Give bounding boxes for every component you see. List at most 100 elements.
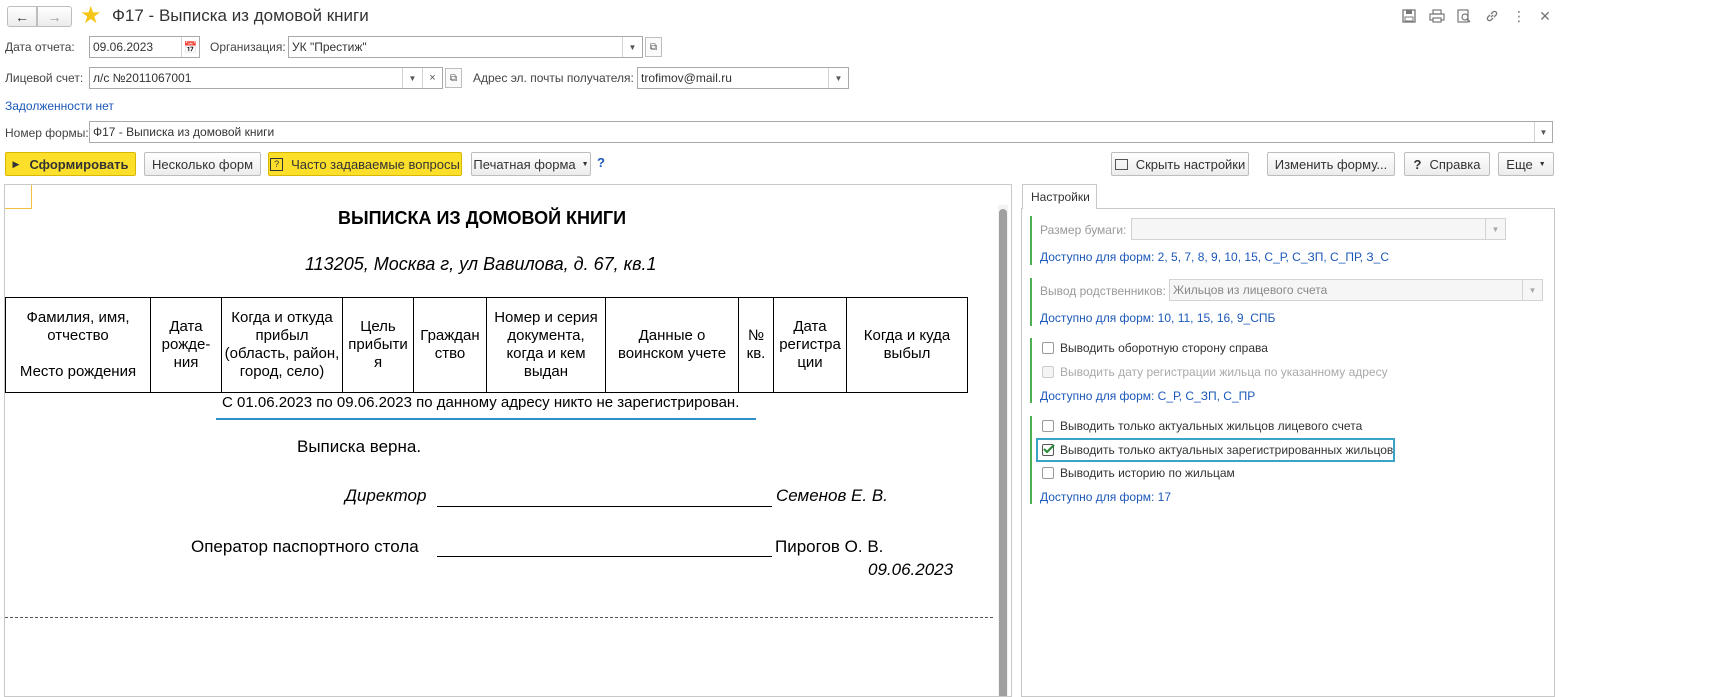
back-side-label[interactable]: Выводить оборотную сторону справа — [1060, 341, 1268, 355]
save-icon[interactable] — [1400, 7, 1418, 25]
link-icon[interactable] — [1483, 7, 1501, 25]
operator-name: Пирогов О. В. — [775, 537, 884, 556]
settings-tab-gap — [1023, 207, 1096, 209]
relatives-label: Вывод родственников: — [1040, 284, 1166, 298]
favorite-star-icon[interactable]: ★ — [80, 3, 102, 29]
form-number-value: Ф17 - Выписка из домовой книги — [93, 125, 275, 139]
hide-settings-button[interactable]: Скрыть настройки — [1111, 152, 1249, 176]
document-address: 113205, Москва г, ул Вавилова, д. 67, кв… — [305, 254, 657, 274]
col-full-name: Фамилия, имя, отчество Место рождения — [5, 297, 151, 393]
org-dropdown-icon[interactable]: ▼ — [622, 37, 642, 57]
print-form-button[interactable]: Печатная форма ▼ — [471, 152, 591, 176]
back-button[interactable]: ← — [7, 6, 37, 27]
more-vert-icon[interactable]: ⋮ — [1510, 7, 1528, 25]
col-citizenship: Граждан ство — [413, 297, 487, 393]
play-icon: ▶ — [12, 158, 20, 169]
document-title: ВЫПИСКА ИЗ ДОМОВОЙ КНИГИ — [338, 208, 627, 228]
operator-label: Оператор паспортного стола — [191, 537, 419, 556]
back-side-checkbox[interactable] — [1042, 342, 1054, 354]
vertical-scrollbar[interactable] — [998, 205, 1008, 696]
group2-bar — [1030, 278, 1032, 326]
actual-registered-checkbox[interactable] — [1042, 444, 1055, 456]
debt-link[interactable]: Задолженности нет — [5, 99, 114, 113]
account-label: Лицевой счет: — [5, 71, 84, 85]
email-value: trofimov@mail.ru — [641, 71, 732, 85]
col-apartment: № кв. — [738, 297, 774, 393]
more-button[interactable]: Еще ▼ — [1498, 152, 1554, 176]
generate-button[interactable]: ▶ Сформировать — [5, 152, 136, 176]
help-label: Справка — [1429, 156, 1481, 172]
calendar-icon[interactable]: 📅 — [181, 37, 199, 57]
actual-account-label[interactable]: Выводить только актуальных жильцов лицев… — [1060, 419, 1362, 433]
preview-icon[interactable] — [1455, 7, 1473, 25]
change-form-button[interactable]: Изменить форму... — [1267, 152, 1395, 176]
group3-bar — [1030, 338, 1032, 403]
group3-avail: Доступно для форм: 17 — [1040, 490, 1172, 504]
report-date-value: 09.06.2023 — [93, 40, 154, 54]
relatives-field[interactable]: Жильцов из лицевого счета ▼ — [1169, 279, 1543, 301]
hide-settings-label: Скрыть настройки — [1135, 156, 1246, 172]
history-checkbox[interactable] — [1042, 467, 1054, 479]
forward-button[interactable]: → — [37, 6, 72, 27]
paper-size-field[interactable]: ▼ — [1131, 218, 1506, 240]
account-dropdown-icon[interactable]: ▼ — [402, 68, 422, 88]
account-clear-icon[interactable]: × — [422, 68, 442, 88]
faq-button[interactable]: ? Часто задаваемые вопросы — [268, 152, 462, 176]
statement-correct: Выписка верна. — [297, 437, 422, 456]
close-icon[interactable]: ✕ — [1536, 7, 1554, 25]
generate-label: Сформировать — [29, 156, 129, 172]
col-full-name-text: Фамилия, имя, отчество Место рождения — [19, 309, 137, 380]
arrow-left-icon: ← — [15, 8, 29, 25]
relatives-value: Жильцов из лицевого счета — [1173, 283, 1328, 297]
org-value: УК "Престиж" — [292, 40, 367, 54]
operator-sign-line — [437, 556, 772, 557]
form-number-dropdown-icon[interactable]: ▼ — [1534, 122, 1552, 142]
faq-label: Часто задаваемые вопросы — [291, 156, 460, 172]
no-registration-note: С 01.06.2023 по 09.06.2023 по данному ад… — [222, 394, 740, 411]
more-label: Еще — [1506, 156, 1533, 172]
col-birth-date: Дата рожде-ния — [150, 297, 222, 393]
table-header-row: Фамилия, имя, отчество Место рождения Да… — [5, 297, 968, 393]
relatives-dropdown-icon[interactable]: ▼ — [1522, 280, 1542, 300]
help-question-link[interactable]: ? — [597, 155, 605, 170]
reg-date-label: Выводить дату регистрации жильца по указ… — [1060, 365, 1388, 379]
several-forms-button[interactable]: Несколько форм — [144, 152, 261, 176]
help-button[interactable]: ? Справка — [1404, 152, 1490, 176]
email-field[interactable]: trofimov@mail.ru ▼ — [637, 67, 849, 89]
more-caret-icon: ▼ — [1538, 160, 1546, 168]
question-box-icon: ? — [270, 157, 284, 171]
col-purpose: Цель прибыти я — [342, 297, 414, 393]
window-title: Ф17 - Выписка из домовой книги — [112, 6, 369, 25]
note-underline — [216, 418, 756, 420]
account-value: л/с №2011067001 — [93, 71, 192, 85]
history-label[interactable]: Выводить историю по жильцам — [1060, 466, 1235, 480]
paper-size-dropdown-icon[interactable]: ▼ — [1485, 219, 1505, 239]
actual-account-checkbox[interactable] — [1042, 420, 1054, 432]
col-registration-date: Дата регистра ции — [773, 297, 847, 393]
registry-table: Фамилия, имя, отчество Место рождения Да… — [5, 297, 968, 393]
print-icon[interactable] — [1428, 7, 1446, 25]
email-label: Адрес эл. почты получателя: — [473, 71, 634, 85]
email-dropdown-icon[interactable]: ▼ — [828, 68, 848, 88]
page-break-line — [5, 617, 993, 618]
director-label: Директор — [345, 486, 427, 505]
caret-down-icon: ▼ — [581, 160, 589, 168]
relatives-avail: Доступно для форм: 10, 11, 15, 16, 9_СПБ — [1040, 311, 1276, 325]
org-field[interactable]: УК "Престиж" ▼ — [288, 36, 643, 58]
settings-tab-label: Настройки — [1031, 190, 1090, 204]
paper-size-label: Размер бумаги: — [1040, 223, 1127, 237]
account-open-icon[interactable]: ⧉ — [445, 68, 462, 88]
checkmark-icon — [1043, 444, 1055, 454]
document-corner-cell[interactable] — [5, 185, 32, 209]
org-open-icon[interactable]: ⧉ — [645, 37, 662, 57]
reg-date-checkbox[interactable] — [1042, 366, 1054, 378]
actual-registered-label[interactable]: Выводить только актуальных зарегистриров… — [1060, 443, 1393, 457]
report-date-field[interactable]: 09.06.2023 📅 — [89, 36, 200, 58]
sign-date: 09.06.2023 — [868, 560, 954, 579]
print-form-label: Печатная форма — [473, 156, 576, 172]
account-field[interactable]: л/с №2011067001 × ▼ — [89, 67, 443, 89]
group2-avail: Доступно для форм: С_Р, С_ЗП, С_ПР — [1040, 389, 1256, 403]
form-number-field[interactable]: Ф17 - Выписка из домовой книги ▼ — [89, 121, 1553, 143]
scrollbar-thumb[interactable] — [999, 209, 1007, 696]
group4-bar — [1030, 416, 1032, 504]
